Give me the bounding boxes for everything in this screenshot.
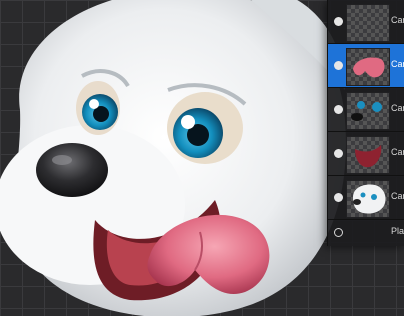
- layer-row-selected[interactable]: Can: [328, 44, 404, 88]
- visibility-toggle[interactable]: [334, 17, 343, 26]
- dog-face-icon: [353, 184, 386, 214]
- layer-thumbnail: [346, 48, 390, 86]
- visibility-toggle[interactable]: [334, 149, 343, 158]
- visibility-toggle[interactable]: [334, 228, 343, 237]
- layer-label: Can: [391, 147, 404, 157]
- layer-thumbnail: [346, 92, 390, 130]
- layer-label: Can: [391, 59, 404, 69]
- layer-row[interactable]: Can: [328, 132, 404, 176]
- layer-thumbnail: [346, 136, 390, 174]
- layer-thumbnail: [346, 180, 390, 218]
- layers-panel: Can Can Can Can: [327, 0, 404, 246]
- layer-thumbnail: [346, 4, 390, 42]
- eyes-nose-icon: [351, 101, 382, 121]
- layer-label: Can: [391, 103, 404, 113]
- layer-label: Plai: [391, 226, 404, 236]
- layer-row[interactable]: Can: [328, 88, 404, 132]
- visibility-toggle[interactable]: [334, 105, 343, 114]
- layer-row[interactable]: Can: [328, 0, 404, 44]
- mouth-icon: [355, 145, 382, 168]
- layer-label: Can: [391, 15, 404, 25]
- visibility-toggle[interactable]: [334, 193, 343, 202]
- tongue-icon: [353, 57, 385, 78]
- layer-label: Can: [391, 191, 404, 201]
- layer-row-plain[interactable]: Plai: [328, 220, 404, 246]
- visibility-toggle[interactable]: [334, 61, 343, 70]
- layer-row[interactable]: Can: [328, 176, 404, 220]
